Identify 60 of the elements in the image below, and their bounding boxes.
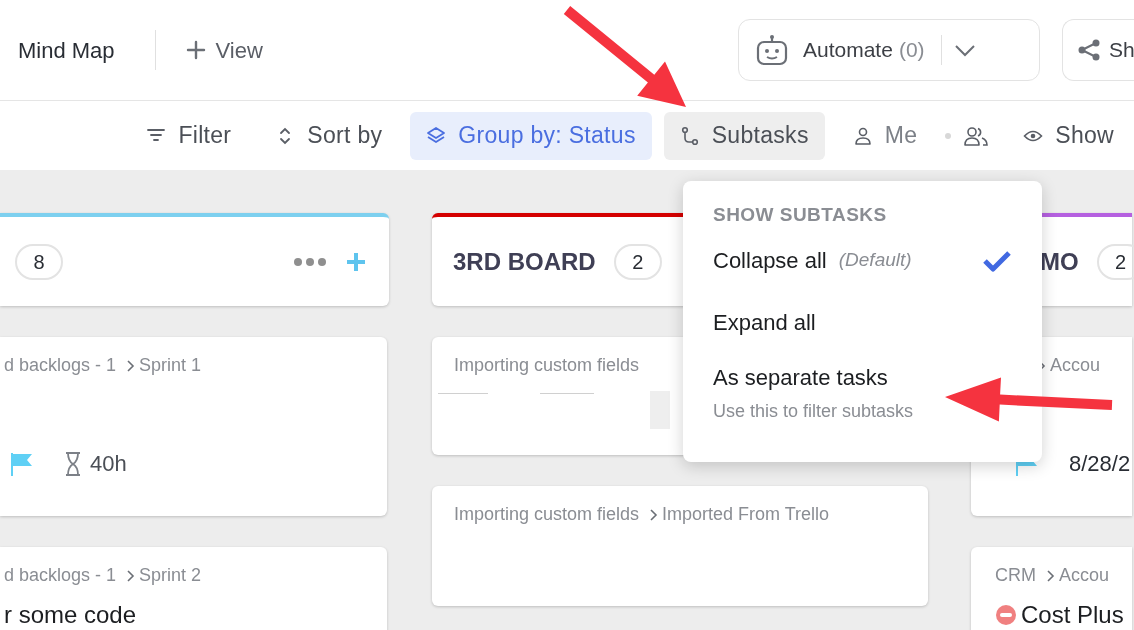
- share-label: Sh: [1109, 37, 1134, 64]
- breadcrumb-text: Accou: [1059, 564, 1110, 587]
- breadcrumb-text: d backlogs - 1: [4, 354, 117, 377]
- column-title: 3RD BOARD: [453, 246, 596, 277]
- breadcrumb-text: Accou: [1050, 354, 1101, 377]
- person-icon: [852, 125, 873, 146]
- breadcrumb-text: Importing custom fields: [454, 354, 640, 377]
- placeholder-line: [438, 393, 488, 394]
- menu-item[interactable]: As separate tasks Use this to filter subtasks: [683, 353, 1042, 428]
- layers-icon: [426, 125, 447, 146]
- more-icon: [293, 256, 327, 267]
- toolbar-button[interactable]: Group by: Status: [410, 111, 652, 160]
- task-title: Cost Plus: [1021, 600, 1124, 630]
- automate-count: (0): [898, 37, 925, 64]
- share-icon: [1077, 38, 1101, 62]
- chevron-down-icon: [953, 43, 976, 57]
- breadcrumb-text: Sprint 2: [139, 564, 202, 587]
- default-note: (Default): [838, 248, 912, 273]
- placeholder-line: [540, 393, 594, 394]
- menu-item-label: Collapse all: [713, 247, 827, 275]
- automate-button[interactable]: Automate (0): [738, 19, 1040, 81]
- toolbar-button[interactable]: Show: [1007, 111, 1130, 160]
- dot-separator: [945, 132, 952, 139]
- time-estimate: 40h: [90, 450, 127, 478]
- count-badge: 8: [15, 243, 63, 280]
- breadcrumb-text: d backlogs - 1: [4, 564, 117, 587]
- automate-label: Automate: [803, 37, 893, 64]
- menu-item-label: Expand all: [713, 309, 816, 337]
- share-button[interactable]: Sh: [1062, 19, 1134, 81]
- chevron-right-icon: [126, 358, 136, 373]
- column-title: MO: [1040, 246, 1079, 277]
- view-tab[interactable]: Mind Map: [18, 33, 115, 67]
- toolbar-button[interactable]: Me: [836, 111, 934, 160]
- chevron-right-icon: [649, 507, 659, 522]
- subtasks-icon: [679, 125, 700, 146]
- toolbar-button[interactable]: Filter: [130, 111, 248, 160]
- menu-item[interactable]: Expand all: [683, 291, 1042, 354]
- due-date: 8/28/2: [1069, 450, 1131, 478]
- people-icon: [963, 124, 990, 147]
- menu-item-hint: Use this to filter subtasks: [713, 399, 915, 423]
- toolbar-button[interactable]: Sort by: [259, 111, 399, 160]
- count-badge: 2: [613, 243, 662, 280]
- hourglass-icon: [64, 450, 82, 477]
- robot-icon: [755, 34, 789, 66]
- breadcrumb-text: Importing custom fields: [454, 503, 640, 526]
- breadcrumb-text: CRM: [995, 564, 1036, 587]
- menu-item[interactable]: Collapse all (Default): [683, 229, 1042, 292]
- breadcrumb-text: Sprint 1: [139, 354, 202, 377]
- add-view-button[interactable]: View: [185, 33, 263, 67]
- check-icon: [982, 248, 1012, 273]
- menu-item-label: As separate tasks: [713, 363, 888, 392]
- chevron-right-icon: [1046, 568, 1055, 583]
- menu-heading: SHOW SUBTASKS: [712, 203, 888, 227]
- toolbar-button[interactable]: Subtasks: [663, 111, 825, 160]
- task-title: r some code: [4, 600, 137, 630]
- chevron-right-icon: [126, 568, 136, 583]
- plus-icon: [185, 40, 206, 60]
- add-task-button[interactable]: [345, 250, 367, 273]
- count-badge: 2: [1096, 243, 1134, 280]
- breadcrumb-text: Imported From Trello: [662, 503, 830, 526]
